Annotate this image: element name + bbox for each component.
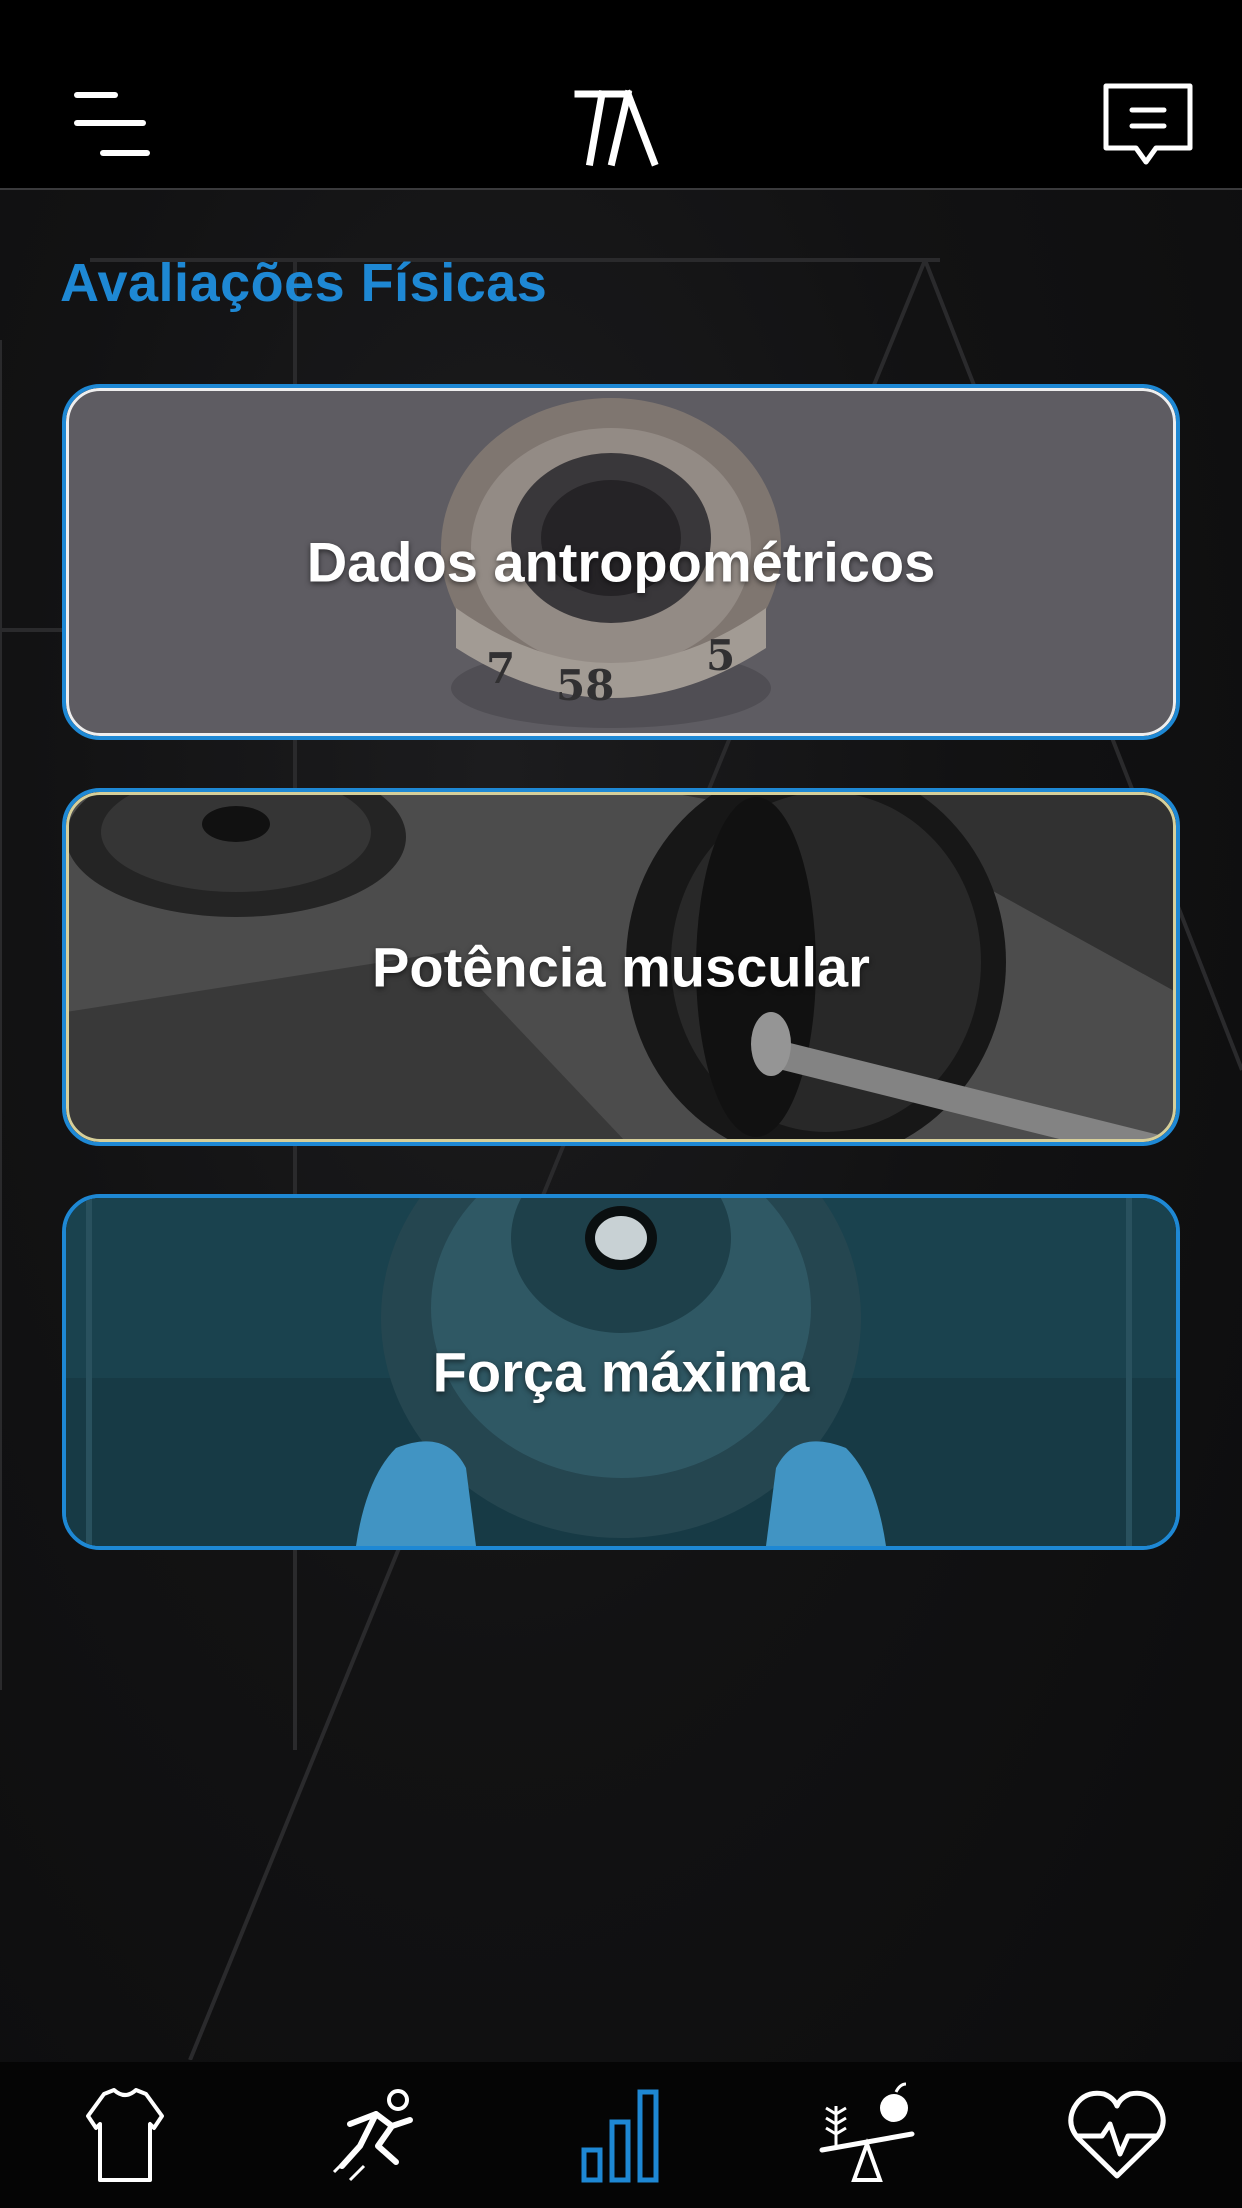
card-label: Potência muscular [372, 935, 870, 999]
menu-button[interactable] [70, 90, 156, 162]
nav-tab-clothing[interactable] [70, 2080, 180, 2190]
card-potencia-muscular[interactable]: Potência muscular [62, 788, 1180, 1146]
heart-pulse-icon [1068, 2090, 1166, 2179]
nav-tab-health[interactable] [1062, 2080, 1172, 2190]
nav-tab-assessments[interactable] [566, 2080, 676, 2190]
card-forca-maxima[interactable]: Força máxima [62, 1194, 1180, 1550]
top-app-bar [0, 0, 1242, 190]
nav-tab-nutrition[interactable] [812, 2080, 922, 2190]
chat-button[interactable] [1100, 82, 1196, 172]
card-label: Força máxima [432, 1340, 810, 1404]
ta-logo-icon [572, 88, 668, 168]
card-label: Dados antropométricos [306, 530, 936, 594]
card-dados-antropometricos[interactable]: 7 58 5 Dados antropométricos [62, 384, 1180, 740]
running-ball-icon [332, 2089, 413, 2182]
nav-tab-training[interactable] [320, 2080, 430, 2190]
nutrition-balance-icon [819, 2082, 915, 2182]
bottom-navigation [0, 2062, 1242, 2208]
hamburger-menu-icon [74, 92, 150, 156]
page-title: Avaliações Físicas [60, 253, 548, 313]
tshirt-icon [86, 2088, 164, 2182]
app-screen: Avaliações Físicas 7 58 5 Dados antropom… [0, 0, 1242, 2208]
chat-bubble-icon [1103, 83, 1193, 165]
bar-chart-icon [581, 2089, 659, 2183]
